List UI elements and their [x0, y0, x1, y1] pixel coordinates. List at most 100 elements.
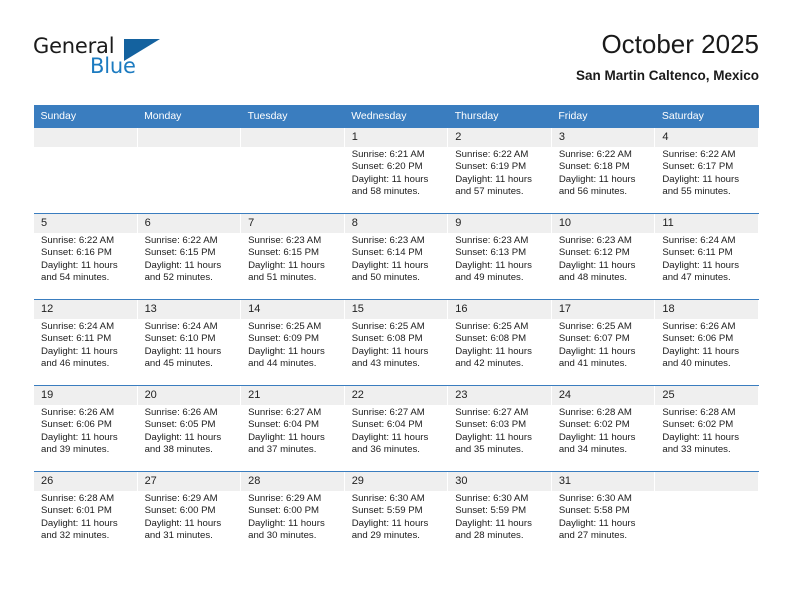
week-day-number-row: 5 6 7 8 9 10 11	[33, 214, 759, 233]
day-cell[interactable]: Sunrise: 6:30 AM Sunset: 5:59 PM Daylight:…	[343, 491, 449, 557]
day-cell[interactable]: Sunrise: 6:30 AM Sunset: 5:59 PM Daylight:…	[447, 491, 552, 557]
daylight-duration-line2: and 44 minutes.	[248, 358, 317, 370]
sunset-time: Sunset: 6:16 PM	[41, 247, 112, 259]
sunset-time: Sunset: 6:06 PM	[41, 419, 112, 431]
day-number-cell[interactable]: 13	[136, 300, 242, 319]
daylight-duration-line2: and 31 minutes.	[144, 530, 213, 542]
day-number-cell[interactable]: 21	[240, 386, 345, 405]
day-cell[interactable]: Sunrise: 6:27 AM Sunset: 6:04 PM Daylight:…	[240, 405, 345, 471]
sunset-time: Sunset: 6:10 PM	[144, 333, 216, 345]
daylight-duration-line2: and 57 minutes.	[455, 186, 524, 198]
daylight-duration-line1: Daylight: 11 hours	[144, 431, 222, 443]
day-number-cell[interactable]: 4	[654, 128, 759, 147]
day-number-cell[interactable]: 18	[654, 300, 759, 319]
day-cell[interactable]: Sunrise: 6:24 AM Sunset: 6:11 PM Daylight:…	[33, 319, 138, 385]
day-cell[interactable]: Sunrise: 6:27 AM Sunset: 6:03 PM Daylight:…	[447, 405, 552, 471]
day-cell[interactable]: Sunrise: 6:30 AM Sunset: 5:58 PM Daylight:…	[550, 491, 656, 557]
day-number-cell[interactable]: 1	[343, 128, 449, 147]
day-cell[interactable]: Sunrise: 6:23 AM Sunset: 6:12 PM Daylight:…	[550, 233, 656, 299]
day-cell[interactable]: Sunrise: 6:24 AM Sunset: 6:10 PM Daylight:…	[136, 319, 242, 385]
day-cell[interactable]: Sunrise: 6:22 AM Sunset: 6:18 PM Daylight:…	[550, 147, 656, 213]
day-cell[interactable]: Sunrise: 6:22 AM Sunset: 6:19 PM Daylight:…	[447, 147, 552, 213]
sunrise-time: Sunrise: 6:22 AM	[558, 149, 632, 160]
sunset-time: Sunset: 6:04 PM	[248, 419, 320, 431]
day-number-cell[interactable]: 10	[550, 214, 656, 233]
sunset-time: Sunset: 6:15 PM	[248, 247, 320, 259]
day-cell[interactable]: Sunrise: 6:28 AM Sunset: 6:02 PM Daylight:…	[654, 405, 759, 471]
sunrise-time: Sunrise: 6:26 AM	[41, 407, 115, 418]
day-cell[interactable]: Sunrise: 6:29 AM Sunset: 6:00 PM Daylight:…	[136, 491, 242, 557]
day-cell[interactable]: Sunrise: 6:22 AM Sunset: 6:17 PM Daylight:…	[654, 147, 759, 213]
day-number-cell[interactable]: 30	[447, 472, 552, 491]
day-number-cell[interactable]: 25	[654, 386, 759, 405]
day-cell[interactable]: Sunrise: 6:25 AM Sunset: 6:09 PM Daylight:…	[240, 319, 345, 385]
day-number-cell[interactable]: 12	[33, 300, 138, 319]
sunrise-time: Sunrise: 6:22 AM	[662, 149, 736, 160]
day-number-cell[interactable]: 24	[550, 386, 656, 405]
day-number-cell[interactable]: 17	[550, 300, 656, 319]
day-cell[interactable]: Sunrise: 6:26 AM Sunset: 6:06 PM Daylight:…	[33, 405, 138, 471]
day-cell[interactable]: Sunrise: 6:27 AM Sunset: 6:04 PM Daylight:…	[343, 405, 449, 471]
day-number-cell[interactable]: 14	[240, 300, 345, 319]
day-number-cell[interactable]: 20	[136, 386, 242, 405]
day-number-cell[interactable]: 22	[343, 386, 449, 405]
day-number-cell[interactable]: 9	[447, 214, 552, 233]
sunrise-time: Sunrise: 6:30 AM	[558, 493, 632, 504]
sunset-time: Sunset: 6:09 PM	[248, 333, 320, 345]
sunrise-time: Sunrise: 6:23 AM	[351, 235, 425, 246]
day-cell[interactable]: Sunrise: 6:28 AM Sunset: 6:02 PM Daylight:…	[550, 405, 656, 471]
sunrise-time: Sunrise: 6:27 AM	[351, 407, 425, 418]
day-cell[interactable]: Sunrise: 6:24 AM Sunset: 6:11 PM Daylight:…	[654, 233, 759, 299]
daylight-duration-line2: and 41 minutes.	[558, 358, 628, 370]
day-number-cell[interactable]: 15	[343, 300, 449, 319]
daylight-duration-line2: and 55 minutes.	[662, 186, 731, 198]
daylight-duration-line2: and 39 minutes.	[41, 444, 110, 456]
day-cell[interactable]: Sunrise: 6:22 AM Sunset: 6:16 PM Daylight:…	[33, 233, 138, 299]
sunrise-time: Sunrise: 6:30 AM	[351, 493, 425, 504]
sunset-time: Sunset: 5:59 PM	[455, 505, 527, 517]
day-cell[interactable]: Sunrise: 6:28 AM Sunset: 6:01 PM Daylight:…	[33, 491, 138, 557]
day-number-cell[interactable]: 6	[136, 214, 242, 233]
day-number-cell[interactable]: 5	[33, 214, 138, 233]
day-cell[interactable]: Sunrise: 6:29 AM Sunset: 6:00 PM Daylight:…	[240, 491, 345, 557]
daylight-duration-line1: Daylight: 11 hours	[144, 259, 222, 271]
day-number-cell[interactable]: 28	[240, 472, 345, 491]
day-number-cell[interactable]: 7	[240, 214, 345, 233]
day-cell-empty	[136, 147, 242, 213]
daylight-duration-line1: Daylight: 11 hours	[662, 259, 739, 271]
day-number-cell[interactable]: 3	[550, 128, 656, 147]
sunrise-time: Sunrise: 6:29 AM	[144, 493, 218, 504]
day-number-cell[interactable]: 23	[447, 386, 552, 405]
daylight-duration-line2: and 38 minutes.	[144, 444, 213, 456]
sunset-time: Sunset: 6:05 PM	[144, 419, 216, 431]
daylight-duration-line1: Daylight: 11 hours	[351, 173, 429, 185]
daylight-duration-line2: and 45 minutes.	[144, 358, 213, 370]
sunrise-time: Sunrise: 6:30 AM	[455, 493, 529, 504]
weekday-header-row: Sunday Monday Tuesday Wednesday Thursday…	[33, 105, 759, 128]
day-number-cell[interactable]: 31	[550, 472, 656, 491]
day-number-cell[interactable]: 27	[136, 472, 242, 491]
day-number-cell[interactable]: 2	[447, 128, 552, 147]
day-number-cell[interactable]: 29	[343, 472, 449, 491]
day-cell[interactable]: Sunrise: 6:23 AM Sunset: 6:15 PM Daylight:…	[240, 233, 345, 299]
day-cell[interactable]: Sunrise: 6:21 AM Sunset: 6:20 PM Daylight:…	[343, 147, 449, 213]
day-number-cell[interactable]: 8	[343, 214, 449, 233]
sunrise-time: Sunrise: 6:22 AM	[41, 235, 115, 246]
day-cell[interactable]: Sunrise: 6:26 AM Sunset: 6:06 PM Daylight:…	[654, 319, 759, 385]
day-cell[interactable]: Sunrise: 6:25 AM Sunset: 6:08 PM Daylight:…	[343, 319, 449, 385]
day-number-cell[interactable]: 19	[33, 386, 138, 405]
day-cell[interactable]: Sunrise: 6:25 AM Sunset: 6:07 PM Daylight:…	[550, 319, 656, 385]
day-number-cell[interactable]: 16	[447, 300, 552, 319]
sunrise-time: Sunrise: 6:22 AM	[144, 235, 218, 246]
sunset-time: Sunset: 6:08 PM	[455, 333, 527, 345]
day-cell[interactable]: Sunrise: 6:23 AM Sunset: 6:13 PM Daylight:…	[447, 233, 552, 299]
day-cell[interactable]: Sunrise: 6:25 AM Sunset: 6:08 PM Daylight:…	[447, 319, 552, 385]
day-cell[interactable]: Sunrise: 6:23 AM Sunset: 6:14 PM Daylight:…	[343, 233, 449, 299]
sunset-time: Sunset: 6:00 PM	[248, 505, 320, 517]
sunset-time: Sunset: 6:06 PM	[662, 333, 734, 345]
day-cell[interactable]: Sunrise: 6:22 AM Sunset: 6:15 PM Daylight:…	[136, 233, 242, 299]
day-cell[interactable]: Sunrise: 6:26 AM Sunset: 6:05 PM Daylight:…	[136, 405, 242, 471]
day-number-cell[interactable]: 11	[654, 214, 759, 233]
day-number-cell-empty	[654, 472, 759, 491]
day-number-cell[interactable]: 26	[33, 472, 138, 491]
